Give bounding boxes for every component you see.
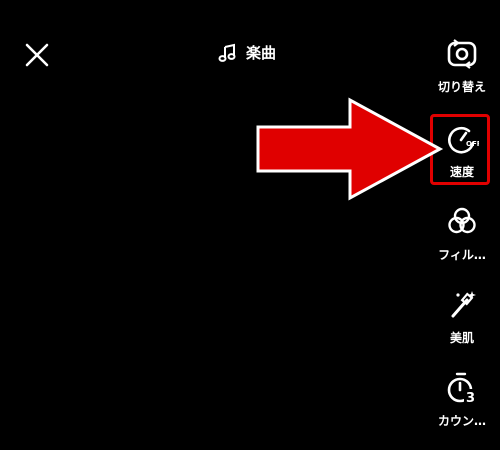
close-button[interactable] (22, 40, 52, 70)
timer-3-icon: 3 (447, 372, 476, 405)
filter-icon (448, 207, 476, 234)
flip-camera-button[interactable]: 切り替え (426, 36, 498, 95)
camera-flip-icon (447, 39, 477, 69)
countdown-badge: 3 (466, 391, 475, 405)
filter-button[interactable]: フィル… (426, 204, 498, 263)
tool-label-countdown: カウン… (437, 414, 486, 428)
tool-label-flip: 切り替え (437, 80, 486, 94)
music-selector[interactable]: 楽曲 (218, 42, 276, 63)
beauty-button[interactable]: 美肌 (426, 287, 498, 346)
tool-label-beauty: 美肌 (449, 331, 474, 345)
magic-wand-icon (451, 291, 476, 318)
music-note-icon (218, 43, 236, 62)
close-icon (25, 43, 49, 67)
music-label: 楽曲 (246, 44, 277, 62)
tool-label-filter: フィル… (438, 248, 486, 262)
pointer-arrow (256, 97, 444, 201)
countdown-button[interactable]: 3 カウン… (426, 370, 498, 429)
